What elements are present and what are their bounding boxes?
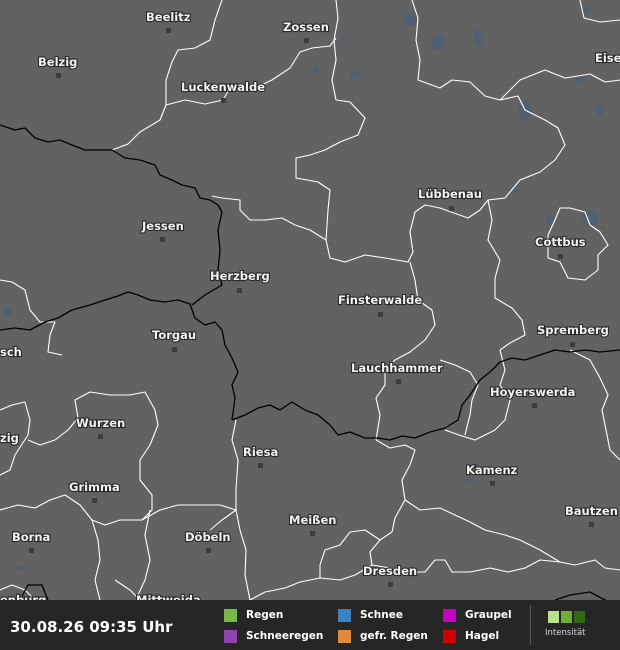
city-label-zossen: Zossen xyxy=(283,20,329,34)
legend-label-gefr-regen: gefr. Regen xyxy=(360,630,428,642)
map-background xyxy=(0,0,620,650)
legend-label-graupel: Graupel xyxy=(465,609,512,621)
city-dot-torgau xyxy=(172,347,177,352)
legend-swatch-gefr-regen xyxy=(338,629,351,643)
legend-swatch-graupel xyxy=(443,608,456,622)
city-label-herzberg: Herzberg xyxy=(210,269,270,283)
intensity-box-high xyxy=(574,611,585,623)
city-dot-dresden xyxy=(388,582,393,587)
city-label-dresden: Dresden xyxy=(363,564,417,578)
legend-swatch-regen xyxy=(224,608,237,622)
city-label-riesa: Riesa xyxy=(243,445,278,459)
legend-item-schneeregen: Schneeregen xyxy=(224,629,323,643)
intensity-box-mid xyxy=(561,611,572,623)
city-dot-finsterwalde xyxy=(378,312,383,317)
city-label-meissen: Meißen xyxy=(289,513,336,527)
city-label-luckenwalde: Luckenwalde xyxy=(181,80,265,94)
city-label-eise: Eise xyxy=(595,51,620,65)
city-dot-jessen xyxy=(160,237,165,242)
radar-timestamp: 30.08.26 09:35 Uhr xyxy=(10,618,173,636)
city-dot-borna xyxy=(29,548,34,553)
city-dot-belzig xyxy=(56,73,61,78)
city-dot-lauchhammer xyxy=(396,379,401,384)
legend-label-schneeregen: Schneeregen xyxy=(246,630,324,642)
legend-item-schnee: Schnee xyxy=(338,608,403,622)
city-dot-doebeln xyxy=(206,548,211,553)
map-legend: 30.08.26 09:35 Uhr Regen Schnee Graupel … xyxy=(0,600,620,650)
legend-swatch-schnee xyxy=(338,608,351,622)
city-label-luebbenau: Lübbenau xyxy=(418,187,482,201)
city-label-spremberg: Spremberg xyxy=(537,323,609,337)
city-dot-meissen xyxy=(310,531,315,536)
city-label-torgau: Torgau xyxy=(152,328,196,342)
legend-item-hagel: Hagel xyxy=(443,629,499,643)
city-dot-herzberg xyxy=(237,288,242,293)
city-label-hoyerswerda: Hoyerswerda xyxy=(490,385,575,399)
city-label-belzig: Belzig xyxy=(38,55,77,69)
city-dot-grimma xyxy=(92,498,97,503)
city-dot-kamenz xyxy=(490,481,495,486)
intensity-box-low xyxy=(548,611,559,623)
city-label-kamenz: Kamenz xyxy=(466,463,518,477)
city-label-wurzen: Wurzen xyxy=(76,416,125,430)
legend-label-schnee: Schnee xyxy=(360,609,403,621)
legend-item-regen: Regen xyxy=(224,608,283,622)
city-label-bautzen: Bautzen xyxy=(565,504,618,518)
legend-item-graupel: Graupel xyxy=(443,608,512,622)
legend-divider xyxy=(530,605,531,645)
city-dot-wurzen xyxy=(98,434,103,439)
city-label-zig: zig xyxy=(0,431,19,445)
city-dot-hoyerswerda xyxy=(532,403,537,408)
city-dot-luebbenau xyxy=(449,206,454,211)
intensity-label: Intensität xyxy=(545,628,586,638)
city-label-lauchhammer: Lauchhammer xyxy=(351,361,443,375)
legend-item-gefr-regen: gefr. Regen xyxy=(338,629,428,643)
legend-swatch-hagel xyxy=(443,629,456,643)
city-dot-spremberg xyxy=(570,342,575,347)
weather-radar-map[interactable]: Beelitz Zossen Eise Belzig Luckenwalde L… xyxy=(0,0,620,650)
legend-swatch-schneeregen xyxy=(224,629,237,643)
city-label-finsterwalde: Finsterwalde xyxy=(338,293,422,307)
city-dot-beelitz xyxy=(166,28,171,33)
city-dot-zossen xyxy=(304,38,309,43)
city-label-borna: Borna xyxy=(12,530,50,544)
city-dot-luckenwalde xyxy=(221,98,226,103)
city-label-doebeln: Döbeln xyxy=(185,530,231,544)
city-dot-riesa xyxy=(258,463,263,468)
city-dot-cottbus xyxy=(558,254,563,259)
city-label-grimma: Grimma xyxy=(69,480,120,494)
city-dot-bautzen xyxy=(589,522,594,527)
city-label-jessen: Jessen xyxy=(141,219,184,233)
legend-label-hagel: Hagel xyxy=(465,630,500,642)
city-label-sch: sch xyxy=(0,345,22,359)
city-label-beelitz: Beelitz xyxy=(146,10,191,24)
legend-label-regen: Regen xyxy=(246,609,284,621)
city-label-cottbus: Cottbus xyxy=(535,235,586,249)
